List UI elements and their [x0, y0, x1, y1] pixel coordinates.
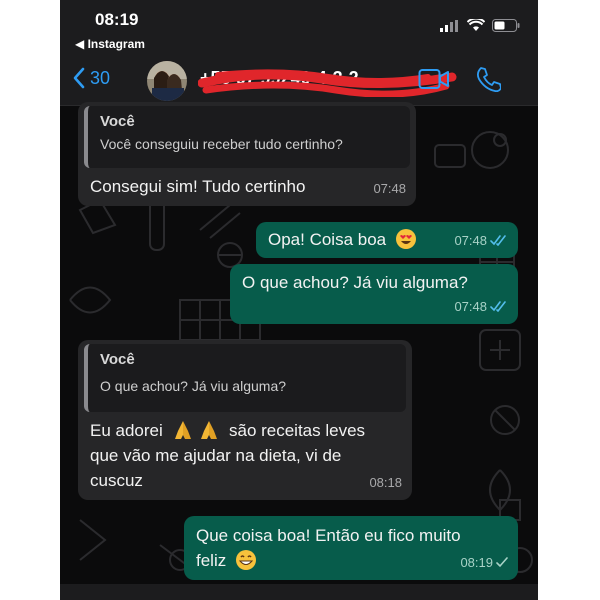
message-time: 08:19 — [460, 555, 493, 570]
message-meta: 08:18 — [369, 470, 402, 495]
message-meta: 07:48 — [373, 176, 406, 201]
message-line: Que coisa boa! Então eu fico muito — [196, 526, 461, 545]
folded-hands-emoji-icon — [201, 420, 218, 439]
message-text-end: são receitas leves — [228, 421, 366, 440]
message-outgoing[interactable]: Opa! Coisa boa 07:48 — [256, 222, 518, 258]
heart-eyes-emoji-icon — [395, 229, 416, 250]
double-check-read-icon — [490, 301, 506, 312]
status-bar: 08:19 ◀ Instagram — [60, 0, 538, 54]
message-outgoing[interactable]: Que coisa boa! Então eu fico muito feliz… — [184, 516, 518, 580]
status-icons — [440, 19, 520, 32]
message-time: 07:48 — [454, 299, 487, 314]
message-meta: 07:48 — [454, 294, 508, 319]
double-check-read-icon — [490, 235, 506, 246]
unread-count: 30 — [90, 67, 111, 88]
message-text: Consegui sim! Tudo certinho — [90, 177, 306, 196]
message-incoming[interactable]: Você O que achou? Já viu alguma? Eu ador… — [78, 340, 412, 500]
contact-avatar[interactable] — [147, 61, 187, 101]
wifi-icon — [467, 19, 485, 31]
single-check-sent-icon — [496, 557, 508, 568]
phone-screen: 08:19 ◀ Instagram 30 +55 67 99240-4-3-2 … — [60, 0, 538, 600]
back-chevron-icon — [73, 67, 85, 89]
message-line: feliz — [196, 548, 461, 573]
message-text: O que achou? Já viu alguma? — [242, 273, 468, 292]
quote-author: Você — [100, 113, 135, 130]
grinning-emoji-icon — [235, 549, 256, 570]
message-text: Que coisa boa! Então eu fico muito feliz — [196, 523, 461, 573]
clock: 08:19 — [95, 10, 139, 29]
back-triangle-icon: ◀ — [75, 37, 85, 51]
message-text: Opa! Coisa boa — [268, 227, 417, 252]
signal-icon — [440, 19, 458, 32]
message-line: que vão me ajudar na dieta, vi de — [90, 446, 342, 465]
back-button[interactable]: 30 — [72, 66, 110, 90]
input-bar[interactable] — [60, 584, 538, 600]
message-text-start: Eu adorei — [90, 421, 163, 440]
message-meta: 08:19 — [460, 550, 508, 575]
quote-text: Você conseguiu receber tudo certinho? — [100, 136, 343, 152]
message-line: cuscuz — [90, 471, 143, 490]
back-to-app-link[interactable]: ◀ Instagram — [75, 37, 145, 51]
message-text-end: feliz — [196, 551, 227, 570]
message-line: Eu adorei são receitas leves — [90, 418, 365, 443]
message-time: 08:18 — [369, 475, 402, 490]
video-call-button[interactable] — [418, 68, 450, 95]
chat-header: 30 +55 67 99240-4-3-2 — [60, 54, 538, 106]
folded-hands-emoji-icon — [174, 420, 191, 439]
quoted-message[interactable]: Você O que achou? Já viu alguma? — [84, 344, 406, 412]
voice-call-button[interactable] — [475, 66, 502, 97]
video-camera-icon — [418, 69, 449, 89]
message-outgoing[interactable]: O que achou? Já viu alguma? 07:48 — [230, 264, 518, 324]
message-text: Eu adorei são receitas leves que vão me … — [90, 418, 365, 493]
quoted-message[interactable]: Você Você conseguiu receber tudo certinh… — [84, 106, 410, 168]
message-incoming[interactable]: Você Você conseguiu receber tudo certinh… — [78, 102, 416, 206]
quote-text: O que achou? Já viu alguma? — [100, 378, 287, 394]
message-time: 07:48 — [373, 181, 406, 196]
battery-icon — [492, 19, 520, 32]
contact-name[interactable]: +55 67 99240-4-3-2 — [200, 68, 359, 89]
message-meta: 07:48 — [454, 228, 508, 253]
quote-author: Você — [100, 351, 135, 368]
message-time: 07:48 — [454, 233, 487, 248]
back-app-label: Instagram — [87, 37, 145, 51]
message-text-content: Opa! Coisa boa — [268, 230, 387, 249]
phone-icon — [476, 67, 502, 93]
